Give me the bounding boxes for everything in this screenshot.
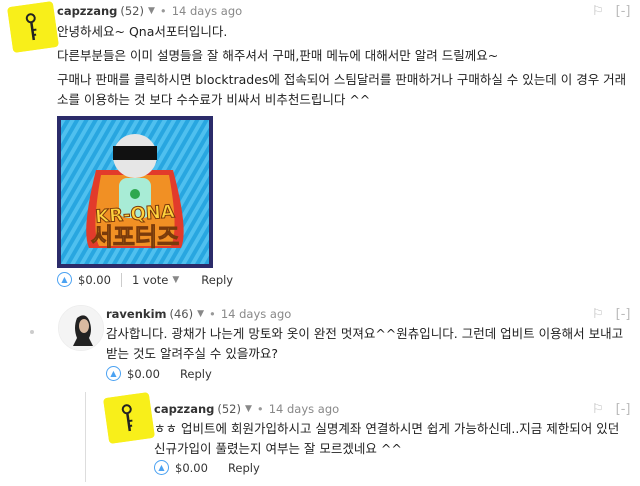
- comment-body: 안녕하세요~ Qna서포터입니다. 다른부분들은 이미 설명들을 잘 해주셔서 …: [57, 22, 627, 114]
- payout-value[interactable]: $0.00: [127, 367, 160, 381]
- comment-actions: ⚐ [-]: [592, 307, 631, 322]
- divider: [120, 272, 122, 287]
- comment-body: 감사합니다. 광채가 나는게 망토와 옷이 완전 멋져요^^원츄입니다. 그런데…: [106, 324, 626, 368]
- avatar-image: [59, 306, 103, 350]
- chevron-down-icon[interactable]: ▼: [148, 6, 155, 16]
- comment-footer: ▲ $0.00 Reply: [154, 460, 260, 475]
- comment-body: ㅎㅎ 업비트에 회원가입하시고 실명계좌 연결하시면 쉽게 가능하신데..지금 …: [154, 419, 624, 463]
- reply-link[interactable]: Reply: [201, 273, 233, 287]
- chevron-up-circle-icon[interactable]: ▲: [57, 272, 72, 287]
- comment-actions: ⚐ [-]: [592, 402, 631, 417]
- flag-icon[interactable]: ⚐: [592, 4, 604, 19]
- image-caption: KR-QNA 서포터즈: [57, 201, 213, 250]
- separator-dot: •: [159, 4, 167, 18]
- reply-link[interactable]: Reply: [228, 461, 260, 475]
- vote-count[interactable]: 1 vote ▼: [132, 273, 179, 287]
- thread-line: [85, 392, 86, 482]
- comment-actions: ⚐ [-]: [592, 4, 631, 19]
- supporter-image[interactable]: KR-QNA 서포터즈: [57, 116, 213, 268]
- flag-icon[interactable]: ⚐: [592, 307, 604, 322]
- comment-meta: ravenkim (46) ▼ • 14 days ago: [106, 307, 291, 321]
- comment-meta: capzzang (52) ▼ • 14 days ago: [154, 402, 339, 416]
- flag-icon[interactable]: ⚐: [592, 402, 604, 417]
- comment-paragraph: 구매나 판매를 클릭하시면 blocktrades에 접속되어 스팀달러를 판매…: [57, 72, 627, 107]
- timestamp[interactable]: 14 days ago: [172, 4, 242, 18]
- thread-indicator: [30, 330, 34, 334]
- separator-dot: •: [209, 307, 216, 321]
- chevron-up-circle-icon[interactable]: ▲: [154, 460, 169, 475]
- avatar-image: [7, 1, 59, 53]
- comment-paragraph: 감사합니다. 광채가 나는게 망토와 옷이 완전 멋져요^^원츄입니다. 그런데…: [106, 326, 624, 361]
- avatar[interactable]: [7, 1, 59, 53]
- chevron-up-circle-icon[interactable]: ▲: [106, 366, 121, 381]
- payout-value[interactable]: $0.00: [175, 461, 208, 475]
- author-name[interactable]: capzzang: [57, 4, 117, 18]
- author-reputation: (52): [120, 4, 144, 18]
- timestamp[interactable]: 14 days ago: [269, 402, 339, 416]
- payout-value[interactable]: $0.00: [78, 273, 111, 287]
- comment-footer: ▲ $0.00 1 vote ▼ Reply: [57, 272, 233, 287]
- author-reputation: (52): [217, 402, 241, 416]
- timestamp[interactable]: 14 days ago: [221, 307, 291, 321]
- collapse-icon[interactable]: [-]: [616, 4, 631, 19]
- author-reputation: (46): [169, 307, 194, 321]
- collapse-icon[interactable]: [-]: [616, 307, 631, 322]
- separator-dot: •: [256, 402, 264, 416]
- comment-paragraph: ㅎㅎ 업비트에 회원가입하시고 실명계좌 연결하시면 쉽게 가능하신데..지금 …: [154, 421, 620, 456]
- author-name[interactable]: ravenkim: [106, 307, 167, 321]
- chevron-down-icon[interactable]: ▼: [197, 309, 204, 319]
- author-name[interactable]: capzzang: [154, 402, 214, 416]
- vote-count-label: 1 vote: [131, 272, 169, 287]
- comment-paragraph: 안녕하세요~ Qna서포터입니다.: [57, 24, 228, 39]
- comment-paragraph: 다른부분들은 이미 설명들을 잘 해주셔서 구매,판매 메뉴에 대해서만 알려 …: [57, 48, 499, 63]
- avatar[interactable]: [103, 392, 155, 444]
- chevron-down-icon[interactable]: ▼: [245, 404, 252, 414]
- collapse-icon[interactable]: [-]: [616, 402, 631, 417]
- avatar[interactable]: [58, 305, 104, 351]
- reply-link[interactable]: Reply: [180, 367, 212, 381]
- comment-footer: ▲ $0.00 Reply: [106, 366, 212, 381]
- chevron-down-icon: ▼: [172, 274, 180, 285]
- comment-meta: capzzang (52) ▼ • 14 days ago: [57, 4, 242, 18]
- avatar-image: [103, 392, 155, 444]
